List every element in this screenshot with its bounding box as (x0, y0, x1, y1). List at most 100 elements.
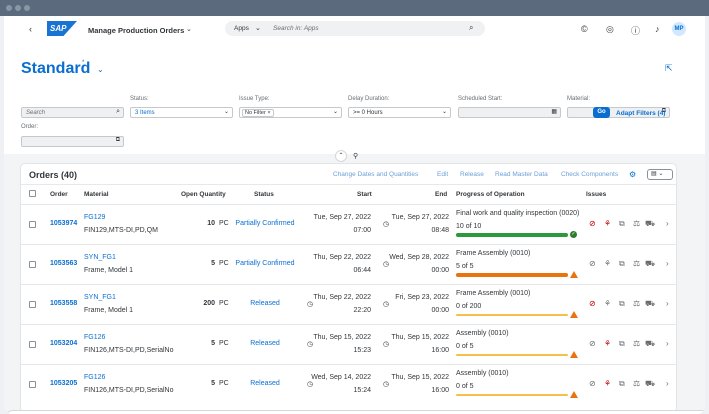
export-button[interactable]: ▤ ⌄ (647, 169, 673, 180)
calendar-icon[interactable]: ▦ (551, 108, 557, 115)
bell-icon[interactable]: ♪ (655, 24, 660, 34)
row-navigation-icon[interactable]: › (666, 259, 669, 268)
row-checkbox[interactable] (29, 301, 36, 308)
window-dot[interactable] (6, 5, 12, 11)
chevron-down-icon[interactable]: ⌄ (442, 108, 447, 115)
search-input[interactable]: Search ⌕ (21, 107, 124, 118)
material-link[interactable]: FG126 (84, 374, 105, 381)
status-link[interactable]: Released (235, 380, 295, 387)
status-filter-input[interactable]: 3 Items ⌄ (130, 107, 233, 118)
scheduled-start-input[interactable]: ▦ (458, 107, 561, 118)
collapse-header-button[interactable]: ⌃ (335, 150, 347, 162)
material-link[interactable]: FG129 (84, 214, 105, 221)
read-master-data-button[interactable]: Read Master Data (495, 171, 548, 178)
search-icon[interactable]: ⌕ (116, 108, 120, 116)
operation-name[interactable]: Assembly (0010) (456, 370, 509, 377)
order-link[interactable]: 1053974 (50, 220, 77, 227)
status-link[interactable]: Partially Confirmed (235, 220, 295, 227)
table-row[interactable]: 1053563 SYN_FG1 Frame, Model 1 5 PC Partially… (21, 244, 676, 284)
operation-name[interactable]: Assembly (0010) (456, 330, 509, 337)
operation-name[interactable]: Frame Assembly (0010) (456, 250, 530, 257)
column-header-issues[interactable]: Issues (586, 191, 606, 198)
order-link[interactable]: 1053204 (50, 340, 77, 347)
quality-icon[interactable]: ⚖ (633, 339, 640, 348)
variant-title[interactable]: Standard (21, 60, 90, 78)
back-icon[interactable]: ‹ (29, 24, 32, 34)
table-row[interactable]: 1053205 FG126 FIN126,MTS-DI,PD,SerialNo 5 PC… (21, 364, 676, 404)
delay-icon[interactable]: ⊘ (589, 299, 596, 308)
column-header-open-quantity[interactable]: Open Quantity (181, 191, 226, 198)
components-icon[interactable]: ⧉ (619, 379, 625, 389)
column-header-material[interactable]: Material (84, 191, 109, 198)
column-header-order[interactable]: Order (50, 191, 68, 198)
hierarchy-icon[interactable]: ⚘ (604, 339, 611, 348)
row-checkbox[interactable] (29, 261, 36, 268)
check-components-button[interactable]: Check Components (561, 171, 618, 178)
table-row[interactable]: 1053974 FG129 FIN129,MTS-DI,PD,QM 10 PC Parti… (21, 204, 676, 244)
status-link[interactable]: Released (235, 300, 295, 307)
delay-icon[interactable]: ⊘ (589, 379, 596, 388)
select-all-checkbox[interactable] (29, 190, 36, 197)
order-link[interactable]: 1053558 (50, 300, 77, 307)
row-checkbox[interactable] (29, 341, 36, 348)
quality-icon[interactable]: ⚖ (633, 219, 640, 228)
table-row[interactable]: 1053558 SYN_FG1 Frame, Model 1 200 PC Release… (21, 284, 676, 324)
copilot-icon[interactable]: © (581, 24, 588, 34)
share-icon[interactable]: ⇱ (665, 63, 673, 74)
hierarchy-icon[interactable]: ⚘ (604, 299, 611, 308)
window-dot[interactable] (15, 5, 21, 11)
status-link[interactable]: Partially Confirmed (235, 260, 295, 267)
row-navigation-icon[interactable]: › (666, 219, 669, 228)
chevron-down-icon[interactable]: ⌄ (97, 65, 104, 74)
order-link[interactable]: 1053205 (50, 380, 77, 387)
sap-logo[interactable]: SAP (47, 21, 77, 36)
quality-icon[interactable]: ⚖ (633, 379, 640, 388)
row-navigation-icon[interactable]: › (666, 339, 669, 348)
search-icon[interactable]: ⌕ (469, 23, 473, 33)
value-help-icon[interactable]: ⧉ (116, 137, 120, 144)
delay-icon[interactable]: ⊘ (589, 259, 596, 268)
row-navigation-icon[interactable]: › (666, 299, 669, 308)
row-checkbox[interactable] (29, 381, 36, 388)
hierarchy-icon[interactable]: ⚘ (604, 379, 611, 388)
components-icon[interactable]: ⧉ (619, 219, 625, 229)
row-navigation-icon[interactable]: › (666, 379, 669, 388)
components-icon[interactable]: ⧉ (619, 339, 625, 349)
chevron-down-icon[interactable]: ⌄ (333, 108, 338, 115)
headset-icon[interactable]: ◎ (606, 24, 614, 35)
avatar[interactable]: MP (672, 22, 686, 36)
truck-icon[interactable]: ⛟ (645, 379, 655, 389)
column-header-status[interactable]: Status (254, 191, 274, 198)
truck-icon[interactable]: ⛟ (645, 219, 655, 229)
token-close-icon[interactable]: × (267, 110, 270, 116)
app-title[interactable]: Manage Production Orders (88, 26, 184, 35)
components-icon[interactable]: ⧉ (619, 299, 625, 309)
material-link[interactable]: SYN_FG1 (84, 254, 116, 261)
edit-button[interactable]: Edit (437, 171, 448, 178)
order-filter-input[interactable]: ⧉ (21, 136, 124, 147)
column-header-start[interactable]: Start (357, 191, 372, 198)
issue-filter-token[interactable]: No Filter × (242, 109, 274, 117)
delay-icon[interactable]: ⊘ (589, 219, 596, 228)
chevron-down-icon[interactable]: ⌄ (186, 25, 192, 33)
material-link[interactable]: FG126 (84, 334, 105, 341)
help-icon[interactable]: ⓘ (631, 24, 640, 37)
adapt-filters-button[interactable]: Adapt Filters (4) (616, 110, 665, 117)
row-checkbox[interactable] (29, 221, 36, 228)
settings-icon[interactable]: ⚙ (629, 170, 636, 179)
go-button[interactable]: Go (593, 107, 610, 118)
quality-icon[interactable]: ⚖ (633, 259, 640, 268)
quality-icon[interactable]: ⚖ (633, 299, 640, 308)
change-dates-button[interactable]: Change Dates and Quantities (333, 171, 418, 178)
shell-search-input[interactable]: Search in: Apps (273, 25, 319, 32)
window-dot[interactable] (24, 5, 30, 11)
operation-name[interactable]: Frame Assembly (0010) (456, 290, 530, 297)
hierarchy-icon[interactable]: ⚘ (604, 219, 611, 228)
release-button[interactable]: Release (460, 171, 484, 178)
truck-icon[interactable]: ⛟ (645, 299, 655, 309)
delay-filter-input[interactable]: >= 0 Hours ⌄ (348, 107, 451, 118)
truck-icon[interactable]: ⛟ (645, 339, 655, 349)
chevron-down-icon[interactable]: ⌄ (255, 24, 261, 32)
pin-header-icon[interactable]: ⚲ (353, 152, 358, 160)
shell-search[interactable]: Apps ⌄ Search in: Apps ⌕ (225, 21, 485, 36)
